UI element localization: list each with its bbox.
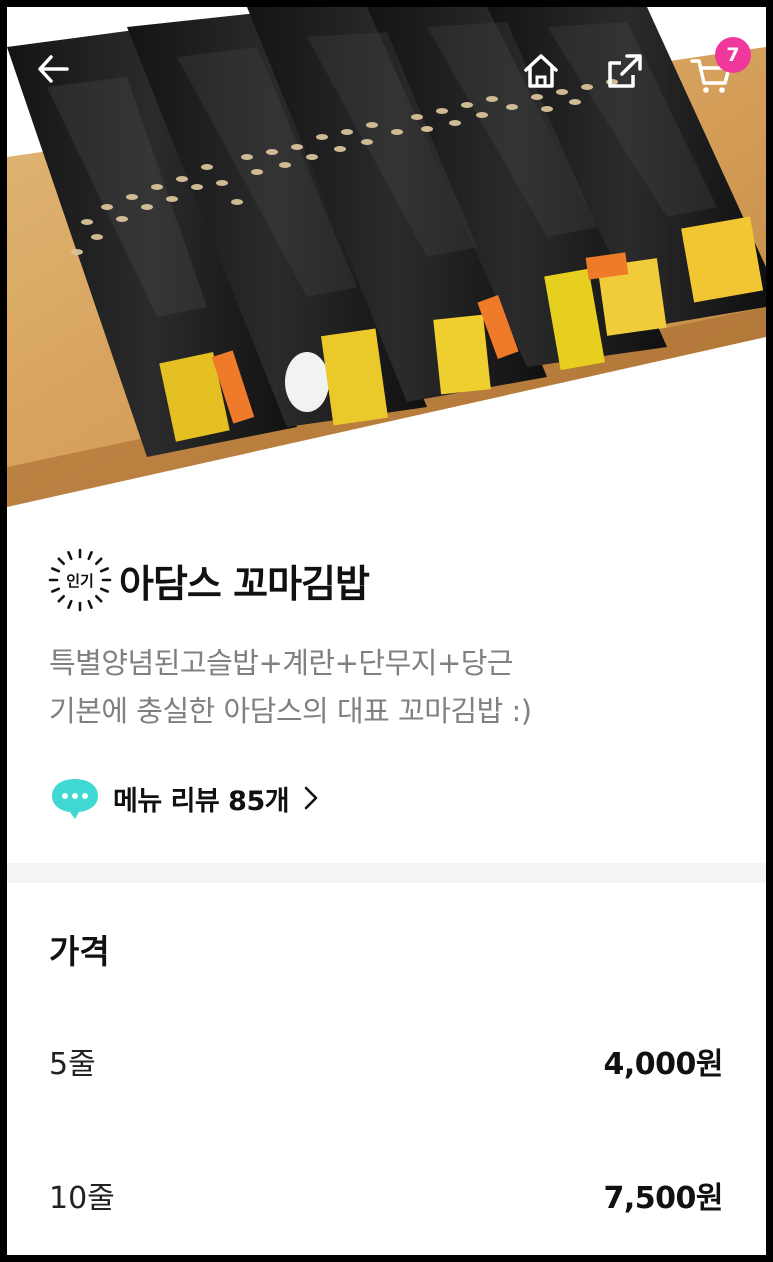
price-option-label: 5줄 — [49, 1047, 96, 1082]
price-section: 가격 5줄 4,000원 10줄 7,500원 — [7, 883, 766, 1255]
product-name: 아담스 꼬마김밥 — [119, 561, 370, 606]
product-detail-screen: 7 인기 아담스 꼬마김밥 특별양념된고슬밥+계란+단무지+당근 기본에 충실한… — [7, 7, 766, 1255]
price-option-label: 10줄 — [49, 1181, 115, 1216]
cart-count-badge: 7 — [715, 37, 751, 73]
price-option-row[interactable]: 10줄 7,500원 — [7, 1157, 766, 1227]
product-info-section: 인기 아담스 꼬마김밥 특별양념된고슬밥+계란+단무지+당근 기본에 충실한 아… — [7, 507, 766, 869]
title-row: 인기 아담스 꼬마김밥 — [47, 547, 370, 613]
speech-bubble-icon — [52, 779, 98, 819]
description-line-2: 기본에 충실한 아담스의 대표 꼬마김밥 :) — [49, 694, 532, 728]
top-navigation-bar: 7 — [7, 7, 766, 137]
popular-badge-label: 인기 — [66, 571, 94, 590]
popular-badge: 인기 — [47, 547, 113, 613]
description-line-1: 특별양념된고슬밥+계란+단무지+당근 — [49, 646, 514, 680]
product-image: 7 — [7, 7, 766, 507]
arrow-left-icon — [38, 55, 69, 83]
share-button[interactable] — [605, 51, 653, 99]
home-icon — [524, 54, 558, 88]
review-count-label: 메뉴 리뷰 85개 — [113, 785, 290, 817]
home-button[interactable] — [521, 51, 569, 99]
price-option-value: 7,500원 — [603, 1181, 724, 1216]
price-option-row[interactable]: 5줄 4,000원 — [7, 1023, 766, 1093]
price-section-title: 가격 — [49, 932, 110, 971]
share-icon — [608, 54, 642, 88]
product-description: 특별양념된고슬밥+계란+단무지+당근 기본에 충실한 아담스의 대표 꼬마김밥 … — [49, 639, 729, 735]
price-option-value: 4,000원 — [603, 1047, 724, 1082]
chevron-right-icon — [304, 786, 318, 810]
back-button[interactable] — [35, 51, 83, 99]
section-divider — [7, 863, 766, 883]
menu-review-link[interactable]: 메뉴 리뷰 85개 — [49, 775, 319, 821]
